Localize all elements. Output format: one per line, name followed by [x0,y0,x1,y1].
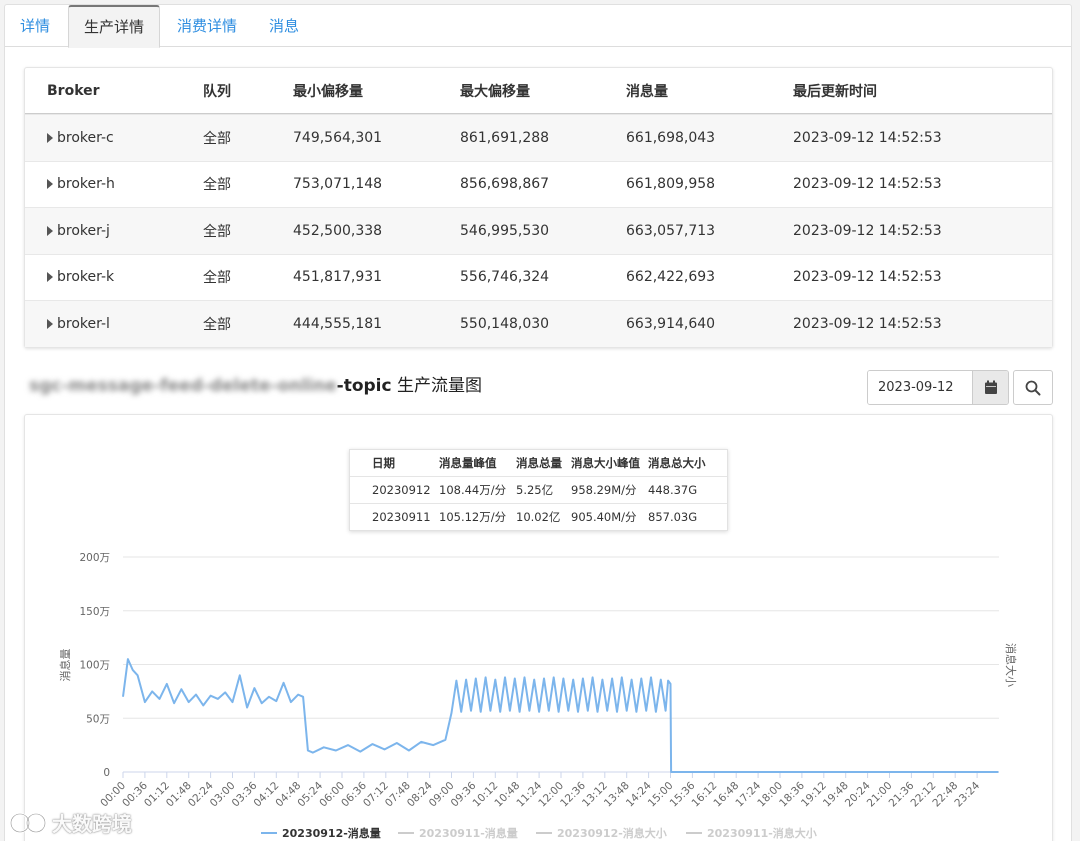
queue-cell: 全部 [203,130,231,147]
caret-right-icon [47,225,53,236]
queue-cell: 全部 [203,177,231,194]
tab-consumption-details[interactable]: 消费详情 [169,5,245,47]
watermark: 大数跨境 [8,808,132,837]
y-tick-label: 150万 [79,606,110,618]
series-line-20230912-message-count [122,658,999,773]
queue-cell: 全部 [203,270,231,287]
broker-name[interactable]: broker-k [47,255,114,301]
y-axis-label: 消息量 [58,649,72,682]
traffic-line-chart: 050万100万150万200万消息量 消息大小00:0000:3601:1201… [58,552,1018,840]
header-max-offset: 最大偏移量 [460,83,530,100]
table-row[interactable]: broker-h 全部 753,071,148 856,698,867 661,… [25,160,1052,208]
tab-messages[interactable]: 消息 [260,5,308,47]
calendar-button[interactable] [972,371,1008,404]
header-message-count: 消息量 [626,83,668,100]
caret-right-icon [47,318,53,329]
date-input[interactable] [868,371,972,404]
tab-details[interactable]: 详情 [11,5,59,47]
queue-cell: 全部 [203,316,231,333]
broker-name[interactable]: broker-j [47,208,110,254]
message-count-cell: 663,914,640 [626,315,716,332]
updated-cell: 2023-09-12 14:52:53 [793,176,942,193]
updated-cell: 2023-09-12 14:52:53 [793,269,942,286]
min-offset-cell: 444,555,181 [293,315,383,332]
tab-production-details[interactable]: 生产详情 [68,5,160,48]
search-icon [1025,380,1041,395]
header-queue: 队列 [203,83,231,100]
broker-name[interactable]: broker-l [47,301,110,347]
message-count-cell: 662,422,693 [626,269,716,286]
legend-item-label: 20230911-消息大小 [707,826,817,840]
legend-item-label: 20230912-消息大小 [557,826,667,840]
watermark-text: 大数跨境 [52,812,132,836]
broker-label: broker-h [57,176,115,193]
updated-cell: 2023-09-12 14:52:53 [793,315,942,332]
queue-cell: 全部 [203,223,231,240]
table-row[interactable]: broker-k 全部 451,817,931 556,746,324 662,… [25,253,1052,301]
tab-bar: 详情 生产详情 消费详情 消息 [5,5,1071,48]
table-row[interactable]: broker-c 全部 749,564,301 861,691,288 661,… [25,114,1052,161]
legend-item-label: 20230912-消息量 [282,826,381,840]
y-tick-label: 50万 [86,713,110,725]
min-offset-cell: 452,500,338 [293,222,383,239]
header-broker: Broker [47,82,100,99]
broker-name[interactable]: broker-c [47,115,114,161]
min-offset-cell: 451,817,931 [293,269,383,286]
y2-axis-label: 消息大小 [1004,643,1018,687]
topic-name-blurred: sgc-message-feed-delete-online [29,376,337,396]
broker-name[interactable]: broker-h [47,162,115,208]
table-header: Broker 队列 最小偏移量 最大偏移量 消息量 最后更新时间 [25,68,1052,114]
header-last-updated: 最后更新时间 [793,83,877,100]
broker-label: broker-l [57,315,110,332]
caret-right-icon [47,132,53,143]
header-min-offset: 最小偏移量 [293,83,363,100]
broker-label: broker-j [57,222,110,239]
table-row[interactable]: broker-j 全部 452,500,338 546,995,530 663,… [25,207,1052,254]
broker-table: Broker 队列 最小偏移量 最大偏移量 消息量 最后更新时间 broker-… [24,67,1053,348]
watermark-logo-icon [9,812,47,833]
search-button[interactable] [1013,370,1053,405]
chart-container: 日期 消息量峰值 消息总量 消息大小峰值 消息总大小 20230912 108.… [24,414,1053,841]
max-offset-cell: 546,995,530 [460,222,550,239]
y-tick-label: 100万 [79,660,110,672]
caret-right-icon [47,179,53,190]
chart-title-text: 生产流量图 [391,376,482,396]
message-count-cell: 663,057,713 [626,222,716,239]
caret-right-icon [47,272,53,283]
date-picker [867,370,1009,405]
min-offset-cell: 749,564,301 [293,129,383,146]
updated-cell: 2023-09-12 14:52:53 [793,129,942,146]
min-offset-cell: 753,071,148 [293,176,383,193]
max-offset-cell: 861,691,288 [460,129,550,146]
broker-label: broker-c [57,129,114,146]
y-tick-label: 0 [103,767,110,779]
message-count-cell: 661,809,958 [626,176,716,193]
calendar-icon [984,380,997,394]
topic-suffix: -topic [336,376,392,396]
x-tick-label: 23:24 [952,779,982,809]
chart-section-title: sgc-message-feed-delete-online-topic 生产流… [29,371,482,396]
main-panel: 详情 生产详情 消费详情 消息 Broker 队列 最小偏移量 最大偏移量 消息… [4,4,1072,841]
message-count-cell: 661,698,043 [626,129,716,146]
table-row[interactable]: broker-l 全部 444,555,181 550,148,030 663,… [25,300,1052,347]
max-offset-cell: 550,148,030 [460,315,550,332]
max-offset-cell: 556,746,324 [460,269,550,286]
broker-label: broker-k [57,269,115,286]
legend-item-label: 20230911-消息量 [419,826,518,840]
max-offset-cell: 856,698,867 [460,176,550,193]
updated-cell: 2023-09-12 14:52:53 [793,222,942,239]
y-tick-label: 200万 [79,552,110,564]
